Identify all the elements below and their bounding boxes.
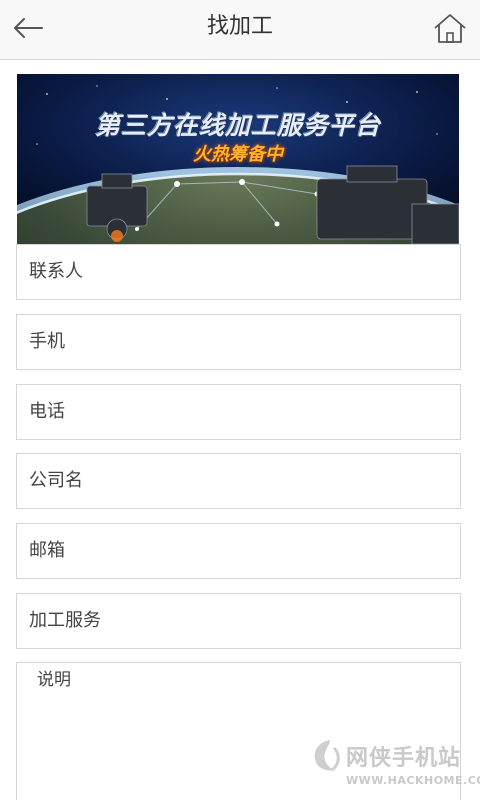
description-placeholder: 说明 xyxy=(37,670,71,690)
header-bar: 找加工 xyxy=(0,0,480,60)
processing-service-placeholder: 加工服务 xyxy=(29,610,101,631)
contact-person-field[interactable]: 联系人 xyxy=(16,244,461,300)
telephone-field[interactable]: 电话 xyxy=(16,384,461,440)
banner-subtitle: 火热筹备中 xyxy=(193,144,283,165)
processing-service-field[interactable]: 加工服务 xyxy=(16,593,461,649)
mobile-phone-field[interactable]: 手机 xyxy=(16,314,461,370)
company-name-field[interactable]: 公司名 xyxy=(16,453,461,509)
page-title: 找加工 xyxy=(206,14,273,39)
contact-person-placeholder: 联系人 xyxy=(29,261,83,282)
promo-banner[interactable]: 第三方在线加工服务平台 火热筹备中 xyxy=(17,74,459,244)
mobile-phone-placeholder: 手机 xyxy=(29,331,65,352)
home-icon xyxy=(434,14,466,43)
telephone-placeholder: 电话 xyxy=(29,401,65,422)
home-button[interactable] xyxy=(430,8,470,48)
description-textarea[interactable]: 说明 xyxy=(16,662,461,800)
banner-title: 第三方在线加工服务平台 xyxy=(94,111,381,140)
email-field[interactable]: 邮箱 xyxy=(16,523,461,579)
email-placeholder: 邮箱 xyxy=(29,540,65,561)
page: 找加工 第三方在线加工服务平台 火热筹备中 联系人 手机 电话 公司名 邮箱 加… xyxy=(0,0,480,800)
company-name-placeholder: 公司名 xyxy=(29,470,83,491)
